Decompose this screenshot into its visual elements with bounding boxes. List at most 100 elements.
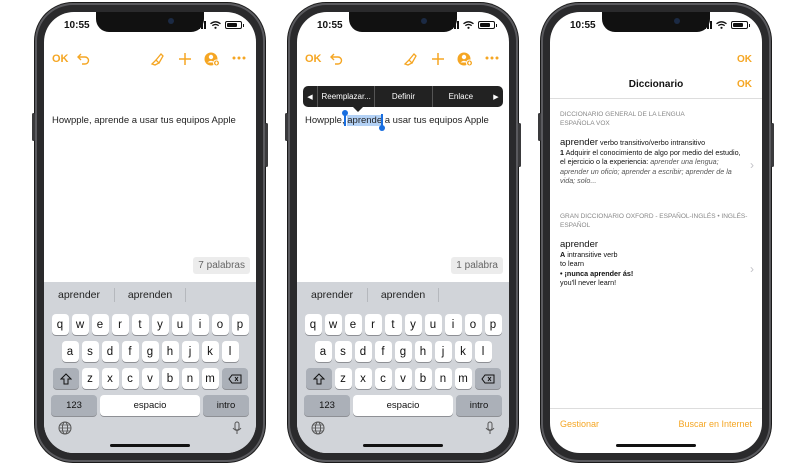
key[interactable]: i: [191, 314, 209, 335]
key[interactable]: g: [394, 341, 412, 362]
key[interactable]: p: [484, 314, 502, 335]
key[interactable]: i: [444, 314, 462, 335]
key[interactable]: o: [464, 314, 482, 335]
dictionary-title: Diccionario: [628, 79, 684, 90]
key[interactable]: n: [181, 368, 199, 389]
menu-prev-arrow[interactable]: ◀: [303, 93, 317, 101]
key[interactable]: u: [424, 314, 442, 335]
add-person-icon[interactable]: [457, 51, 473, 67]
key[interactable]: z: [334, 368, 352, 389]
brush-icon[interactable]: [150, 52, 164, 66]
key[interactable]: r: [111, 314, 129, 335]
key[interactable]: b: [161, 368, 179, 389]
key[interactable]: m: [201, 368, 219, 389]
menu-item-define[interactable]: Definir: [374, 86, 431, 107]
key[interactable]: f: [121, 341, 139, 362]
add-person-icon[interactable]: [204, 51, 220, 67]
key[interactable]: p: [231, 314, 249, 335]
return-key[interactable]: intro: [456, 395, 502, 416]
key[interactable]: m: [454, 368, 472, 389]
suggestion[interactable]: aprenden: [368, 289, 438, 301]
dictionary-ok-button[interactable]: OK: [737, 79, 752, 90]
key[interactable]: w: [71, 314, 89, 335]
shift-key[interactable]: [52, 368, 79, 389]
key[interactable]: r: [364, 314, 382, 335]
key[interactable]: g: [141, 341, 159, 362]
dictionary-entry[interactable]: aprender verbo transitivo/verbo intransi…: [560, 138, 746, 186]
key[interactable]: d: [354, 341, 372, 362]
key[interactable]: s: [334, 341, 352, 362]
key[interactable]: k: [454, 341, 472, 362]
key[interactable]: d: [101, 341, 119, 362]
plus-icon[interactable]: [178, 52, 192, 66]
key[interactable]: w: [324, 314, 342, 335]
more-icon[interactable]: [485, 56, 499, 60]
undo-icon[interactable]: [76, 52, 90, 66]
key[interactable]: l: [474, 341, 492, 362]
key[interactable]: k: [201, 341, 219, 362]
suggestion[interactable]: aprenden: [115, 289, 185, 301]
manage-button[interactable]: Gestionar: [560, 419, 599, 429]
suggestion[interactable]: aprender: [44, 289, 114, 301]
dictionary-entry[interactable]: aprender A intransitive verb to learn • …: [560, 240, 746, 288]
space-key[interactable]: espacio: [100, 395, 200, 416]
selection-handle-end[interactable]: [379, 125, 385, 131]
key[interactable]: b: [414, 368, 432, 389]
key[interactable]: j: [181, 341, 199, 362]
return-key[interactable]: intro: [203, 395, 249, 416]
key[interactable]: h: [414, 341, 432, 362]
key[interactable]: h: [161, 341, 179, 362]
key[interactable]: q: [51, 314, 69, 335]
key[interactable]: j: [434, 341, 452, 362]
space-key[interactable]: espacio: [353, 395, 453, 416]
key[interactable]: y: [404, 314, 422, 335]
numbers-key[interactable]: 123: [51, 395, 97, 416]
key[interactable]: e: [344, 314, 362, 335]
key[interactable]: a: [61, 341, 79, 362]
key[interactable]: v: [141, 368, 159, 389]
key[interactable]: v: [394, 368, 412, 389]
menu-item-link[interactable]: Enlace: [431, 86, 489, 107]
key[interactable]: f: [374, 341, 392, 362]
key[interactable]: x: [101, 368, 119, 389]
ok-button-top[interactable]: OK: [737, 54, 752, 65]
plus-icon[interactable]: [431, 52, 445, 66]
key[interactable]: o: [211, 314, 229, 335]
delete-key[interactable]: [474, 368, 501, 389]
key[interactable]: z: [81, 368, 99, 389]
menu-item-replace[interactable]: Reemplazar...: [317, 86, 374, 107]
key[interactable]: s: [81, 341, 99, 362]
mic-icon[interactable]: [232, 421, 242, 435]
delete-icon: [227, 374, 241, 383]
key[interactable]: u: [171, 314, 189, 335]
key[interactable]: q: [304, 314, 322, 335]
delete-key[interactable]: [221, 368, 248, 389]
mic-icon[interactable]: [485, 421, 495, 435]
key[interactable]: l: [221, 341, 239, 362]
key[interactable]: n: [434, 368, 452, 389]
menu-next-arrow[interactable]: ▶: [489, 93, 503, 101]
ok-button[interactable]: OK: [52, 53, 69, 65]
brush-icon[interactable]: [403, 52, 417, 66]
globe-icon[interactable]: [311, 421, 325, 435]
ok-button[interactable]: OK: [305, 53, 322, 65]
shift-key[interactable]: [305, 368, 332, 389]
phone-notes-typing: 10:55 OK Howpple, aprende a usar tus equ…: [32, 3, 268, 462]
search-internet-button[interactable]: Buscar en Internet: [678, 419, 752, 429]
undo-icon[interactable]: [329, 52, 343, 66]
globe-icon[interactable]: [58, 421, 72, 435]
key[interactable]: e: [91, 314, 109, 335]
key[interactable]: c: [121, 368, 139, 389]
key[interactable]: c: [374, 368, 392, 389]
more-icon[interactable]: [232, 56, 246, 60]
key[interactable]: t: [131, 314, 149, 335]
note-text[interactable]: Howpple, aprende a usar tus equipos Appl…: [52, 115, 236, 126]
suggestion[interactable]: aprender: [297, 289, 367, 301]
selected-word[interactable]: aprende: [347, 115, 383, 126]
key[interactable]: y: [151, 314, 169, 335]
key[interactable]: a: [314, 341, 332, 362]
key[interactable]: x: [354, 368, 372, 389]
key[interactable]: t: [384, 314, 402, 335]
numbers-key[interactable]: 123: [304, 395, 350, 416]
note-text[interactable]: Howpple, aprende a usar tus equipos Appl…: [305, 115, 489, 126]
